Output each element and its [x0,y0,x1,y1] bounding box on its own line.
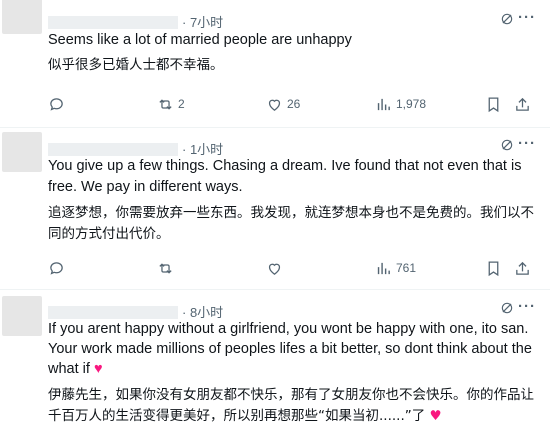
grok-icon[interactable] [500,12,514,26]
more-icon[interactable]: ··· [518,9,536,26]
tweet-translation: 追逐梦想，你需要放弃一些东西。我发现，就连梦想本身也不是免费的。我们以不同的方式… [48,205,534,242]
reply-icon [50,261,63,275]
grok-icon[interactable] [500,138,514,152]
avatar[interactable] [2,132,42,172]
more-icon[interactable]: ··· [518,298,536,315]
timestamp[interactable]: · 8小时 [182,305,223,320]
share-icon [516,261,529,275]
views-button[interactable]: 761 [375,259,416,277]
like-button[interactable]: 26 [266,95,300,113]
views-icon [377,98,390,110]
tweet-text: You give up a few things. Chasing a drea… [48,158,526,195]
bookmark-button[interactable] [485,259,506,277]
author-name-redacted[interactable] [48,16,178,29]
reply-button[interactable] [48,95,69,113]
tweet-translation: 似乎很多已婚人士都不幸福。 [48,57,224,73]
author-name-redacted[interactable] [48,143,178,156]
tweet-text: If you arent happy without a girlfriend,… [48,321,536,377]
reply-button[interactable] [48,259,69,277]
tweet-actions: 761 [48,259,536,279]
tweet-actions: 2 26 1,978 [48,95,536,115]
share-icon [516,97,529,111]
share-button[interactable] [514,259,535,277]
bookmark-icon [488,260,499,276]
retweet-button[interactable]: 2 [157,95,185,113]
grok-icon[interactable] [500,301,514,315]
retweet-icon [159,262,172,274]
tweet-text: Seems like a lot of married people are u… [48,32,352,48]
bookmark-button[interactable] [485,95,506,113]
heart-emoji-icon: ♥ [429,408,442,424]
tweet-header: · 7小时 [48,12,223,31]
views-button[interactable]: 1,978 [375,95,426,113]
timestamp[interactable]: · 1小时 [182,142,223,157]
heart-icon [268,263,281,275]
timestamp[interactable]: · 7小时 [182,15,223,30]
bookmark-icon [488,96,499,112]
share-button[interactable] [514,95,535,113]
reply-icon [50,97,63,111]
like-button[interactable] [266,259,287,277]
views-icon [377,262,390,274]
avatar[interactable] [2,296,42,336]
avatar[interactable] [2,0,42,34]
author-name-redacted[interactable] [48,306,178,319]
heart-icon [268,99,281,111]
tweet-2[interactable]: · 1小时 ··· You give up a few things. Chas… [0,128,550,288]
tweet-translation: 伊藤先生，如果你没有女朋友都不快乐，那有了女朋友你也不会快乐。你的作品让千百万人… [48,387,534,424]
retweet-button[interactable] [157,259,178,277]
retweet-icon [159,98,172,110]
tweet-1[interactable]: · 7小时 ··· Seems like a lot of married pe… [0,0,550,125]
more-icon[interactable]: ··· [518,135,536,152]
tweet-3[interactable]: · 8小时 ··· If you arent happy without a g… [0,290,550,427]
heart-emoji-icon: ♥ [93,361,103,377]
